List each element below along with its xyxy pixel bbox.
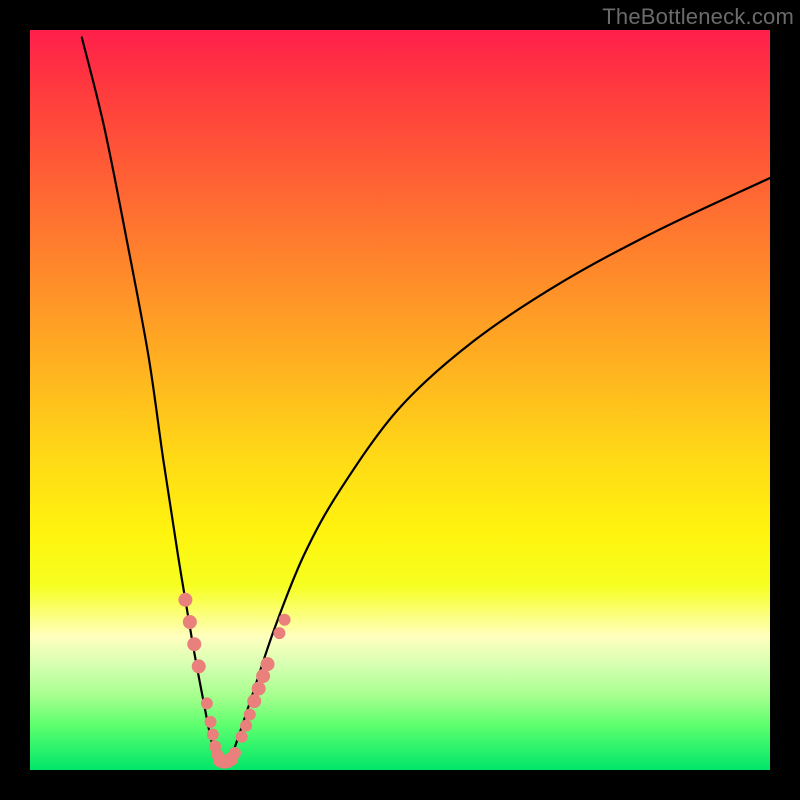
highlight-point	[252, 682, 266, 696]
highlight-point	[247, 694, 261, 708]
highlight-point	[229, 747, 241, 759]
highlight-point	[244, 709, 256, 721]
highlight-point	[183, 615, 197, 629]
highlight-point	[178, 593, 192, 607]
highlight-point	[187, 637, 201, 651]
plot-area	[30, 30, 770, 770]
highlight-markers	[178, 593, 290, 769]
highlight-point	[279, 614, 291, 626]
chart-svg	[30, 30, 770, 770]
highlight-point	[273, 627, 285, 639]
bottleneck-curve	[82, 37, 770, 764]
highlight-point	[240, 720, 252, 732]
highlight-point	[207, 728, 219, 740]
curve-layer	[82, 37, 770, 764]
highlight-point	[192, 659, 206, 673]
highlight-point	[205, 716, 217, 728]
watermark: TheBottleneck.com	[602, 4, 794, 30]
chart-wrapper: TheBottleneck.com	[0, 0, 800, 800]
highlight-point	[261, 657, 275, 671]
highlight-point	[201, 697, 213, 709]
highlight-point	[236, 731, 248, 743]
